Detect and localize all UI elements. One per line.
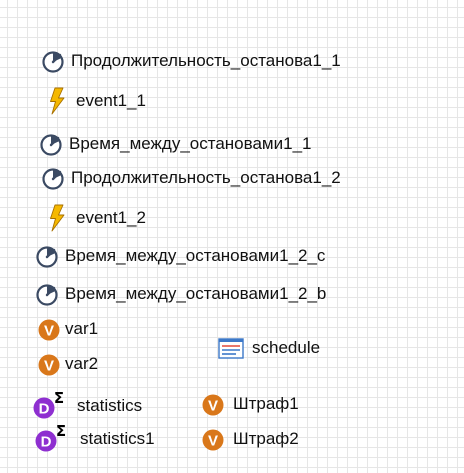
element-label: event1_1 bbox=[76, 91, 146, 110]
element-label: statistics1 bbox=[80, 429, 155, 448]
svg-text:V: V bbox=[44, 323, 54, 340]
svg-text:D: D bbox=[39, 401, 50, 418]
element-label: Время_между_остановами1_1 bbox=[69, 134, 312, 153]
svg-text:Σ: Σ bbox=[56, 424, 66, 440]
statistics-sigma-icon: D Σ bbox=[31, 391, 71, 419]
element-event1-2[interactable]: event1_2 bbox=[46, 204, 146, 232]
element-vremya-mezhdu-ostanovami1-2-c[interactable]: Время_между_остановами1_2_c bbox=[35, 243, 325, 269]
element-prodolzhitelnost-ostanova1-1[interactable]: Продолжительность_останова1_1 bbox=[41, 48, 341, 74]
element-label: event1_2 bbox=[76, 208, 146, 227]
element-label: statistics bbox=[77, 396, 143, 415]
statistics-sigma-icon: D Σ bbox=[33, 424, 73, 452]
element-label: Продолжительность_останова1_2 bbox=[71, 168, 341, 187]
variable-v-icon: V bbox=[201, 392, 225, 416]
element-label: Продолжительность_останова1_1 bbox=[71, 51, 341, 70]
event-lightning-icon bbox=[46, 87, 70, 115]
event-lightning-icon bbox=[46, 204, 70, 232]
dynamic-event-icon bbox=[35, 282, 59, 306]
element-shtraf2[interactable]: V Штраф2 bbox=[201, 426, 299, 452]
dynamic-event-icon bbox=[41, 166, 65, 190]
svg-text:V: V bbox=[44, 358, 54, 375]
element-label: Штраф1 bbox=[233, 394, 299, 413]
svg-text:D: D bbox=[41, 434, 52, 451]
dynamic-event-icon bbox=[35, 244, 59, 268]
element-statistics[interactable]: D Σ statistics bbox=[31, 391, 143, 419]
element-statistics1[interactable]: D Σ statistics1 bbox=[33, 424, 155, 452]
element-label: var2 bbox=[65, 354, 99, 373]
element-label: schedule bbox=[252, 338, 321, 357]
element-var2[interactable]: V var2 bbox=[37, 351, 98, 377]
element-vremya-mezhdu-ostanovami1-2-b[interactable]: Время_между_остановами1_2_b bbox=[35, 281, 326, 307]
element-label: Время_между_остановами1_2_b bbox=[65, 284, 327, 303]
dynamic-event-icon bbox=[41, 49, 65, 73]
schedule-icon bbox=[218, 336, 244, 360]
element-label: var1 bbox=[65, 319, 99, 338]
variable-v-icon: V bbox=[37, 352, 61, 376]
dynamic-event-icon bbox=[39, 132, 63, 156]
element-vremya-mezhdu-ostanovami1-1[interactable]: Время_между_остановами1_1 bbox=[39, 131, 311, 157]
element-schedule[interactable]: schedule bbox=[218, 335, 320, 361]
element-prodolzhitelnost-ostanova1-2[interactable]: Продолжительность_останова1_2 bbox=[41, 165, 341, 191]
variable-v-icon: V bbox=[201, 427, 225, 451]
svg-text:V: V bbox=[208, 433, 218, 450]
svg-text:V: V bbox=[208, 398, 218, 415]
element-label: Штраф2 bbox=[233, 429, 299, 448]
model-canvas[interactable]: Продолжительность_останова1_1 event1_1 В… bbox=[0, 0, 464, 473]
element-label: Время_между_остановами1_2_c bbox=[65, 246, 326, 265]
element-shtraf1[interactable]: V Штраф1 bbox=[201, 391, 299, 417]
variable-v-icon: V bbox=[37, 317, 61, 341]
svg-text:Σ: Σ bbox=[54, 391, 64, 407]
element-var1[interactable]: V var1 bbox=[37, 316, 98, 342]
element-event1-1[interactable]: event1_1 bbox=[46, 87, 146, 115]
